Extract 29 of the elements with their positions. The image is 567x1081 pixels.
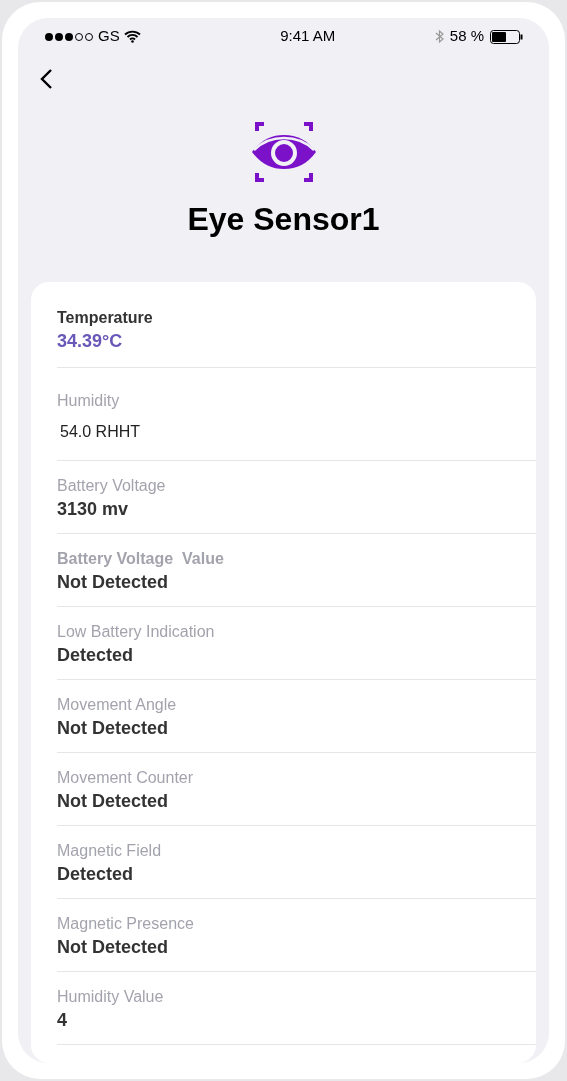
reading-label: Movement Angle [57, 695, 178, 715]
reading-value: Not Detected [57, 717, 169, 740]
reading-label: Magnetic Presence [57, 914, 195, 934]
reading-label: Temperature [57, 308, 154, 328]
reading-label: Humidity Value [57, 987, 165, 1007]
reading-label: Magnetic Field [57, 841, 163, 861]
reading-label: Battery Voltage Value [57, 549, 225, 569]
carrier-name: GS [98, 26, 120, 47]
reading-value: 4 [57, 1009, 68, 1032]
reading-label: Low Battery Indication [57, 622, 216, 642]
battery-icon [490, 29, 523, 44]
reading-value: 54.0 RHHT [59, 422, 142, 442]
reading-value: Not Detected [57, 571, 169, 594]
reading-value: Not Detected [57, 790, 169, 813]
signal-icon [44, 31, 94, 42]
reading-value: 3130 mv [57, 498, 130, 521]
reading-label: Movement Counter [57, 768, 195, 788]
reading-value: Detected [57, 863, 135, 886]
wifi-icon [123, 30, 141, 44]
clock-time: 9:41 AM [280, 26, 336, 47]
battery-percent: 58 % [449, 26, 484, 47]
reading-value: Detected [57, 644, 135, 667]
bluetooth-icon [434, 29, 444, 45]
sensor-title: Eye Sensor1 [186, 200, 381, 239]
reading-value: Not Detected [57, 936, 169, 959]
eye-icon [250, 121, 317, 183]
reading-value: 34.39°C [57, 330, 124, 353]
reading-label: Battery Voltage [57, 476, 167, 496]
reading-label: Humidity [57, 391, 121, 411]
